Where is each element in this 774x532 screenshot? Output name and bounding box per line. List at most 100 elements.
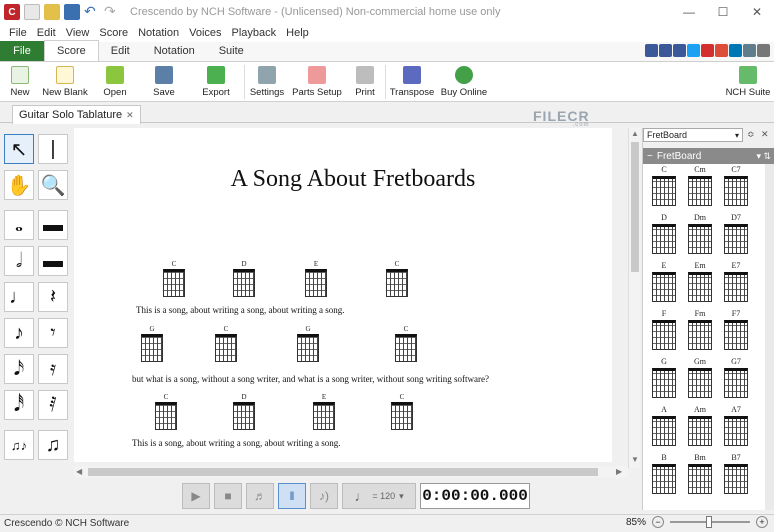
metronome-bar-icon[interactable]: ‖ [278, 483, 306, 509]
select-tool-icon[interactable]: ↖ [4, 134, 34, 164]
scroll-thumb[interactable] [631, 142, 639, 272]
vertical-scrollbar[interactable]: ▲ ▼ [628, 128, 640, 468]
twitter-icon[interactable] [687, 44, 700, 57]
fretboard-chord[interactable]: E7 [721, 260, 751, 302]
lyric-line[interactable]: This is a song, about writing a song, ab… [136, 305, 344, 315]
chord-diagram[interactable]: D [232, 260, 256, 297]
zoom-in-icon[interactable]: + [756, 516, 768, 528]
score-title[interactable]: A Song About Fretboards [74, 166, 612, 193]
chord-diagram[interactable]: E [312, 393, 336, 430]
fretboard-chord[interactable]: Bm [685, 452, 715, 494]
menu-notation[interactable]: Notation [133, 27, 184, 39]
undo-icon[interactable]: ↶ [84, 4, 100, 20]
eighth-note-icon[interactable]: ♪ [4, 318, 34, 348]
scroll-left-icon[interactable]: ◀ [76, 467, 82, 476]
fretboard-chord[interactable]: Gm [685, 356, 715, 398]
tab-file[interactable]: File [0, 41, 44, 61]
sixteenth-note-icon[interactable]: 𝅘𝅥𝅯 [4, 354, 34, 384]
chord-diagram[interactable]: C [390, 393, 414, 430]
menu-edit[interactable]: Edit [32, 27, 61, 39]
instrument-icon[interactable]: ♬ [246, 483, 274, 509]
new-blank-button[interactable]: New Blank [40, 62, 90, 102]
tempo-control[interactable]: ♩ = 120 ▾ [342, 483, 416, 509]
stop-icon[interactable]: ■ [214, 483, 242, 509]
fretboard-chord[interactable]: D7 [721, 212, 751, 254]
help-icon[interactable] [743, 44, 756, 57]
quarter-note-icon[interactable]: ♩ [4, 282, 34, 312]
tab-edit[interactable]: Edit [99, 41, 142, 61]
menu-icon[interactable] [757, 44, 770, 57]
scroll-thumb[interactable] [88, 468, 598, 476]
eighth-rest-icon[interactable]: 𝄾 [38, 318, 68, 348]
chord-diagram[interactable]: G [140, 325, 164, 362]
fretboard-chord[interactable]: G [649, 356, 679, 398]
new-button[interactable]: New [0, 62, 40, 102]
chord-diagram[interactable]: D [232, 393, 256, 430]
youtube-icon[interactable] [701, 44, 714, 57]
print-button[interactable]: Print [345, 62, 385, 102]
hand-tool-icon[interactable]: ✋ [4, 170, 34, 200]
fretboard-chord[interactable]: Fm [685, 308, 715, 350]
save-button[interactable]: Save [140, 62, 188, 102]
chord-diagram[interactable]: C [385, 260, 409, 297]
open-button[interactable]: Open [90, 62, 140, 102]
horizontal-scrollbar[interactable]: ◀ ▶ [74, 466, 628, 478]
listen-icon[interactable]: ♪) [310, 483, 338, 509]
half-rest-icon[interactable]: ▬ [38, 246, 68, 276]
score-canvas[interactable]: A Song About Fretboards C D E C This is … [74, 128, 612, 462]
panel-select[interactable]: FretBoard ▾ [643, 128, 743, 142]
tab-score[interactable]: Score [44, 40, 99, 61]
zoom-tool-icon[interactable]: 🔍 [38, 170, 68, 200]
minimize-button[interactable]: — [672, 0, 706, 24]
panel-scrollbar[interactable] [765, 164, 774, 510]
scroll-right-icon[interactable]: ▶ [616, 467, 622, 476]
quarter-rest-icon[interactable]: 𝄽 [38, 282, 68, 312]
transpose-button[interactable]: Transpose [386, 62, 438, 102]
chord-diagram[interactable]: G [296, 325, 320, 362]
maximize-button[interactable]: ☐ [706, 0, 740, 24]
whole-note-icon[interactable]: 𝅝 [4, 210, 34, 240]
fretboard-chord[interactable]: A7 [721, 404, 751, 446]
tab-suite[interactable]: Suite [207, 41, 256, 61]
zoom-slider-handle[interactable] [706, 516, 712, 528]
panel-close-icon[interactable]: ✕ [761, 129, 769, 140]
fretboard-chord[interactable]: C7 [721, 164, 751, 206]
dislike-icon[interactable] [659, 44, 672, 57]
play-icon[interactable]: ▶ [182, 483, 210, 509]
buy-online-button[interactable]: Buy Online [438, 62, 490, 102]
close-tab-icon[interactable]: ✕ [126, 110, 134, 121]
open-folder-quick-icon[interactable] [44, 4, 60, 20]
scroll-down-icon[interactable]: ▼ [631, 455, 639, 464]
settings-button[interactable]: Settings [245, 62, 289, 102]
like-icon[interactable] [645, 44, 658, 57]
zoom-out-icon[interactable]: − [652, 516, 664, 528]
fretboard-chord[interactable]: D [649, 212, 679, 254]
fretboard-chord[interactable]: Dm [685, 212, 715, 254]
barline-icon[interactable]: | [38, 134, 68, 164]
half-note-icon[interactable]: 𝅗𝅥 [4, 246, 34, 276]
chord-diagram[interactable]: C [162, 260, 186, 297]
redo-icon[interactable]: ↷ [104, 4, 120, 20]
fretboard-chord[interactable]: A [649, 404, 679, 446]
fretboard-chord[interactable]: Em [685, 260, 715, 302]
scroll-up-icon[interactable]: ▲ [631, 129, 639, 138]
panel-collapse-icon[interactable]: ≎ [747, 129, 755, 140]
new-file-quick-icon[interactable] [24, 4, 40, 20]
fretboard-chord[interactable]: Cm [685, 164, 715, 206]
panel-header[interactable]: − FretBoard ▾ ⇅ [643, 148, 774, 164]
chord-diagram[interactable]: C [154, 393, 178, 430]
menu-view[interactable]: View [61, 27, 95, 39]
fretboard-chord[interactable]: C [649, 164, 679, 206]
fretboard-chord[interactable]: G7 [721, 356, 751, 398]
zoom-slider[interactable] [670, 516, 750, 528]
fretboard-chord[interactable]: B7 [721, 452, 751, 494]
fretboard-chord[interactable]: Am [685, 404, 715, 446]
fretboard-chord[interactable]: F [649, 308, 679, 350]
fretboard-chord[interactable]: F7 [721, 308, 751, 350]
chord-diagram[interactable]: C [214, 325, 238, 362]
menu-voices[interactable]: Voices [184, 27, 226, 39]
menu-score[interactable]: Score [94, 27, 133, 39]
tab-notation[interactable]: Notation [142, 41, 207, 61]
triplet-icon[interactable]: ♫♪ [4, 430, 34, 460]
fretboard-chord[interactable]: E [649, 260, 679, 302]
